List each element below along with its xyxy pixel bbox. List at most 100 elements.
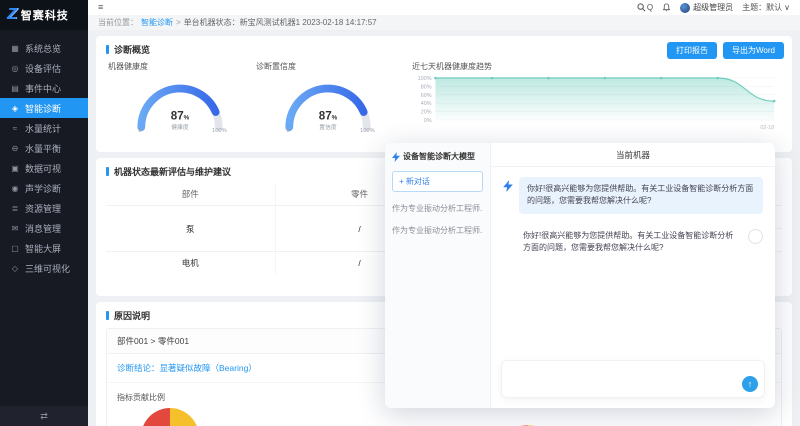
sidebar-item-label: 消息管理 — [25, 223, 62, 234]
chat-messages: 你好!很高兴能够为您提供帮助。有关工业设备智能诊断分析方面的问题，您需要我帮您解… — [491, 167, 775, 354]
sidebar-item-data-visualization[interactable]: ▣ 数据可视 — [0, 158, 88, 178]
chat-history-item[interactable]: 作为专业振动分析工程师..... — [392, 225, 483, 236]
sidebar-item-device-evaluation[interactable]: ◎ 设备评估 — [0, 58, 88, 78]
svg-text:100%: 100% — [212, 128, 227, 134]
confidence-gauge-title: 诊断置信度 — [256, 62, 296, 71]
col-part: 部件 — [106, 183, 275, 206]
sidebar-item-smart-diagnosis[interactable]: ◈ 智能诊断 — [0, 98, 88, 118]
bot-message-row: 你好!很高兴能够为您提供帮助。有关工业设备智能诊断分析方面的问题，您需要我帮您解… — [503, 177, 763, 214]
sidebar-item-label: 资源管理 — [25, 203, 62, 214]
sidebar-item-label: 智能诊断 — [25, 103, 62, 114]
gauge-icon: ◎ — [11, 63, 19, 73]
resource-icon: ≣ — [11, 203, 19, 213]
sidebar-menu: ▦ 系统总览 ◎ 设备评估 ▤ 事件中心 ◈ 智能诊断 ≈ 水量统计 ⊖ 水量平衡 ▣ 数据可… — [0, 30, 88, 406]
chat-sidebar: 设备智能诊断大模型 + 新对话 作为专业振动分析工程师..... 作为专业振动分… — [385, 143, 491, 408]
chat-input[interactable] — [508, 365, 736, 393]
health-gauge-block: 机器健康度 87% 健康度 0 100% — [106, 59, 254, 135]
send-button[interactable]: ↑ — [742, 376, 758, 392]
confidence-gauge-block: 诊断置信度 87% 置信度 0 100% — [254, 59, 402, 135]
chat-panel-title: 设备智能诊断大模型 — [403, 152, 475, 161]
breadcrumb: 当前位置： 智能诊断 > 单台机器状态：新宝风测试机器1 2023-02-18 … — [88, 15, 800, 30]
sidebar-item-label: 智能大屏 — [25, 243, 62, 254]
app-logo[interactable]: Z 智赛科技 — [0, 0, 88, 30]
breadcrumb-current: 单台机器状态：新宝风测试机器1 2023-02-18 14:17:57 — [183, 18, 377, 27]
sidebar-item-water-statistics[interactable]: ≈ 水量统计 — [0, 118, 88, 138]
overview-title-text: 诊断概览 — [114, 45, 151, 55]
confidence-gauge-chart: 87% 置信度 0 100% — [285, 84, 375, 134]
overview-actions: 打印报告 导出为Word — [667, 42, 784, 59]
search-shortcut-label: Q — [646, 3, 654, 12]
title-bar-accent — [106, 311, 109, 320]
sidebar-item-label: 设备评估 — [25, 63, 62, 74]
sidebar-item-label: 系统总览 — [25, 43, 62, 54]
assessment-title-text: 机器状态最新评估与维护建议 — [114, 167, 232, 177]
svg-text:0: 0 — [138, 128, 141, 134]
sidebar-item-smart-screen[interactable]: ▢ 智能大屏 — [0, 238, 88, 258]
diagnosis-icon: ◈ — [11, 103, 19, 113]
sidebar-item-label: 声学诊断 — [25, 183, 62, 194]
chat-main-title: 当前机器 — [491, 143, 775, 167]
svg-text:60%: 60% — [421, 93, 432, 99]
sidebar-item-resource-management[interactable]: ≣ 资源管理 — [0, 198, 88, 218]
health-gauge-chart: 87% 健康度 0 100% — [137, 84, 227, 134]
breadcrumb-link-smart-diagnosis[interactable]: 智能诊断 — [141, 17, 173, 28]
chart-icon: ▣ — [11, 163, 19, 173]
sidebar-item-label: 水量平衡 — [25, 143, 62, 154]
chat-main: 当前机器 你好!很高兴能够为您提供帮助。有关工业设备智能诊断分析方面的问题，您需… — [491, 143, 775, 408]
svg-text:87%: 87% — [319, 110, 338, 123]
diagnosis-overview-card: 诊断概览 打印报告 导出为Word 机器健康度 87% 健康度 0 100% 诊… — [96, 36, 792, 152]
sidebar-item-message-management[interactable]: ✉ 消息管理 — [0, 218, 88, 238]
trend-chart-block: 近七天机器健康度趋势 100% 80% 60% 40% 20% 0% 02-18 — [410, 59, 782, 135]
topbar-actions: Q 超级管理员 主题：默认 ∨ — [637, 2, 790, 13]
chevron-down-icon: ∨ — [784, 3, 790, 12]
svg-text:健康度: 健康度 — [171, 123, 189, 131]
menu-toggle-icon[interactable]: ≡ — [98, 3, 103, 12]
theme-selector[interactable]: 主题：默认 ∨ — [742, 2, 790, 13]
bot-message-bubble: 你好!很高兴能够为您提供帮助。有关工业设备智能诊断分析方面的问题，您需要我帮您解… — [519, 177, 763, 214]
health-gauge-title: 机器健康度 — [108, 62, 148, 71]
notifications-button[interactable] — [662, 3, 671, 12]
sidebar-collapse-toggle[interactable]: ⇄ — [0, 406, 88, 426]
sidebar-item-label: 三维可视化 — [25, 263, 71, 274]
svg-text:87%: 87% — [171, 110, 190, 123]
print-report-button[interactable]: 打印报告 — [667, 42, 718, 59]
bell-icon — [662, 3, 671, 12]
message-icon: ✉ — [11, 223, 19, 233]
audio-icon: ◉ — [11, 183, 19, 193]
trend-chart: 100% 80% 60% 40% 20% 0% 02-18 — [418, 76, 776, 131]
avatar — [680, 2, 691, 13]
title-bar-accent — [106, 167, 109, 176]
send-arrow-icon: ↑ — [747, 379, 753, 389]
search-button[interactable]: Q — [637, 3, 653, 12]
dashboard-icon: ▦ — [11, 43, 19, 53]
overview-content: 机器健康度 87% 健康度 0 100% 诊断置信度 87% 置信度 0 100… — [106, 59, 782, 135]
svg-text:100%: 100% — [418, 76, 432, 82]
svg-text:100%: 100% — [360, 128, 375, 134]
sidebar-item-water-balance[interactable]: ⊖ 水量平衡 — [0, 138, 88, 158]
svg-text:0: 0 — [286, 128, 289, 134]
theme-label: 主题：默认 — [742, 3, 783, 12]
bolt-icon — [392, 151, 400, 162]
svg-text:40%: 40% — [421, 101, 432, 107]
export-word-button[interactable]: 导出为Word — [723, 42, 784, 59]
new-chat-button[interactable]: + 新对话 — [392, 171, 483, 192]
sidebar-item-system-overview[interactable]: ▦ 系统总览 — [0, 38, 88, 58]
sidebar-item-acoustic-diagnosis[interactable]: ◉ 声学诊断 — [0, 178, 88, 198]
chat-history-item[interactable]: 作为专业振动分析工程师..... — [392, 203, 483, 214]
breadcrumb-prefix: 当前位置： — [98, 18, 138, 27]
top-bar: ≡ Q 超级管理员 主题：默认 ∨ — [88, 0, 800, 15]
user-menu[interactable]: 超级管理员 — [680, 2, 733, 13]
svg-text:20%: 20% — [421, 110, 432, 116]
svg-text:0%: 0% — [424, 118, 432, 124]
contribution-pie-chart — [141, 408, 199, 426]
sidebar: Z 智赛科技 ▦ 系统总览 ◎ 设备评估 ▤ 事件中心 ◈ 智能诊断 ≈ 水量统计 ⊖ 水量… — [0, 0, 88, 426]
svg-text:02-18: 02-18 — [760, 125, 774, 131]
sidebar-item-label: 水量统计 — [25, 123, 62, 134]
breadcrumb-separator: > — [176, 18, 181, 27]
user-name: 超级管理员 — [693, 3, 734, 12]
user-message-row: 你好!很高兴能够为您提供帮助。有关工业设备智能诊断分析方面的问题，您需要我帮您解… — [503, 228, 763, 255]
search-icon — [637, 3, 646, 12]
sidebar-item-event-center[interactable]: ▤ 事件中心 — [0, 78, 88, 98]
reason-title-text: 原因说明 — [114, 311, 151, 321]
sidebar-item-3d-visualization[interactable]: ◇ 三维可视化 — [0, 258, 88, 278]
